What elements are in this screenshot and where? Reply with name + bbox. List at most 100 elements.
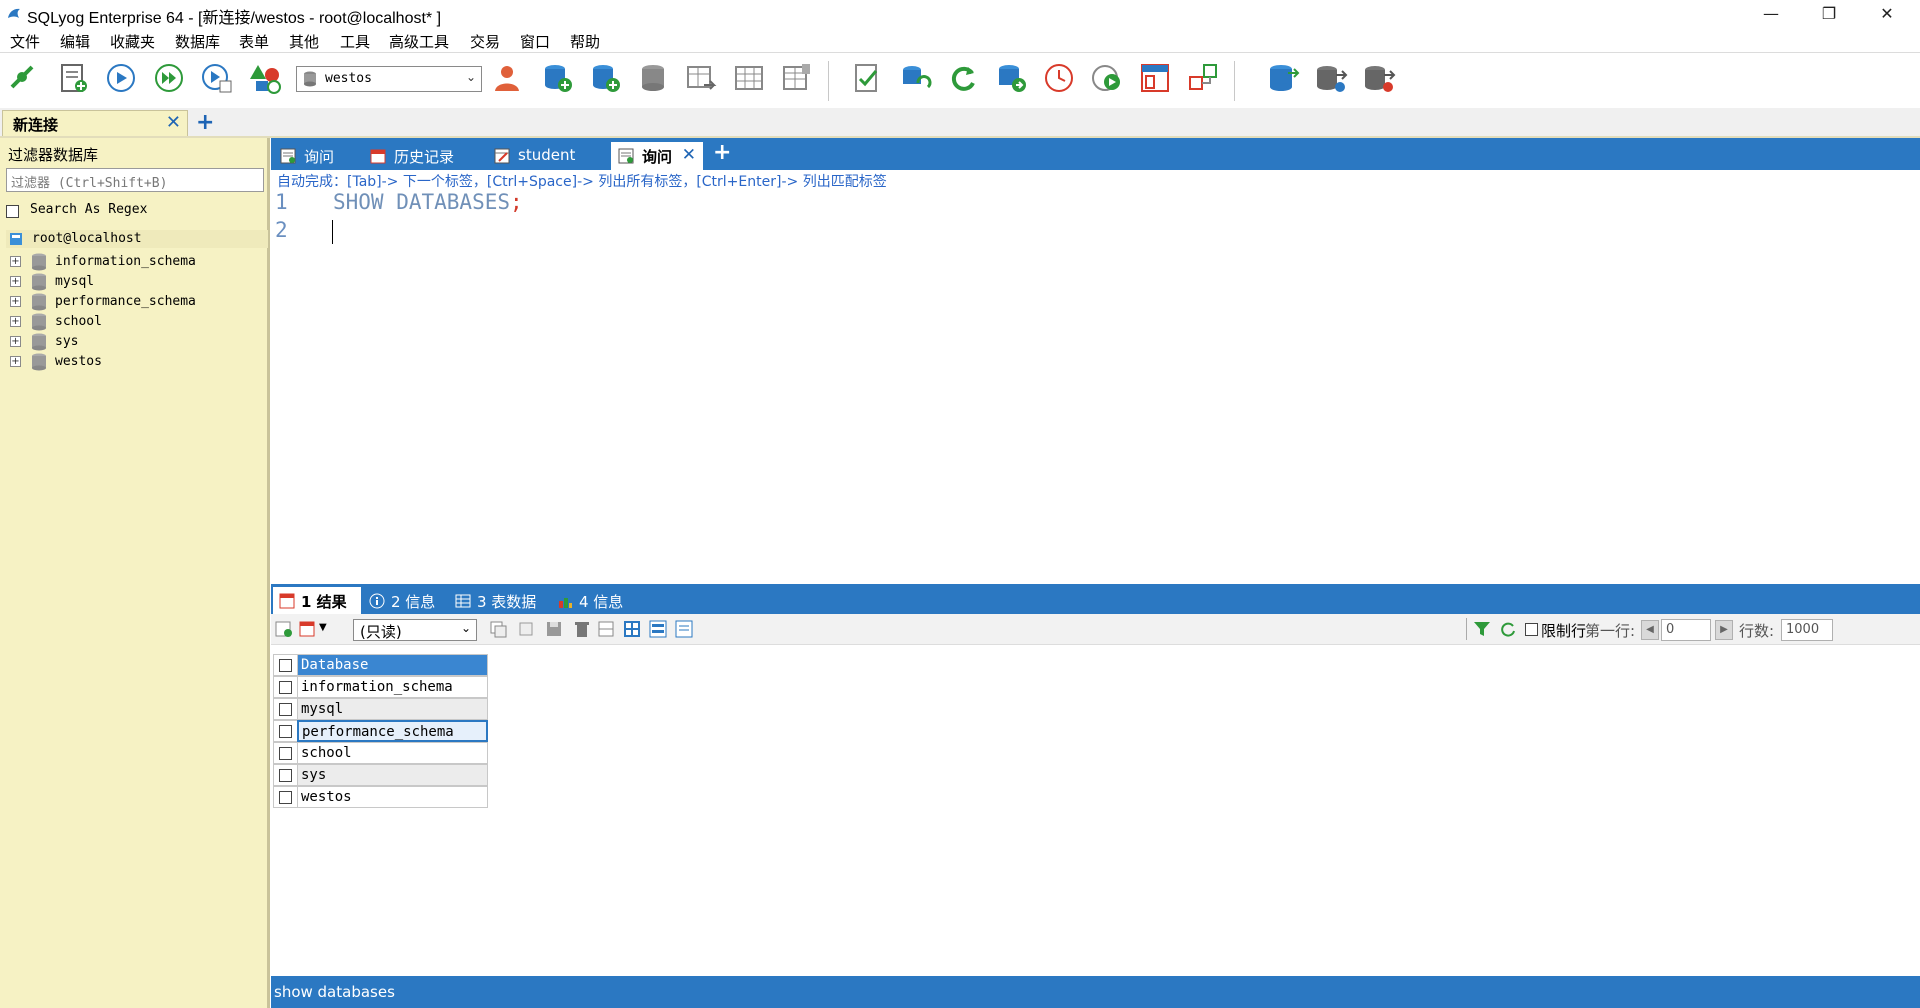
database-import-icon[interactable] (994, 61, 1028, 95)
connection-tab[interactable]: 新连接 ✕ (2, 110, 188, 136)
row-check-cell[interactable] (273, 764, 297, 786)
row-checkbox[interactable] (279, 791, 292, 804)
new-connection-icon[interactable] (6, 61, 40, 95)
execute-query-icon[interactable] (104, 61, 138, 95)
expand-icon[interactable]: + (10, 356, 21, 367)
tree-database-item[interactable]: + westos (10, 352, 260, 372)
result-mode-select[interactable]: (只读) ⌄ (353, 619, 477, 641)
tree-database-item[interactable]: + school (10, 312, 260, 332)
add-tab-icon[interactable]: + (713, 140, 731, 165)
close-icon[interactable]: ✕ (682, 145, 696, 165)
database-select[interactable]: westos ⌄ (296, 66, 482, 92)
chevron-down-icon[interactable]: ▼ (319, 622, 327, 633)
copy-database-icon[interactable] (1266, 61, 1300, 95)
menu-help[interactable]: 帮助 (570, 31, 600, 52)
expand-icon[interactable]: + (10, 296, 21, 307)
table-row[interactable]: westos (273, 786, 488, 808)
tab-info[interactable]: 4 信息 (551, 587, 631, 614)
menu-file[interactable]: 文件 (10, 31, 40, 52)
table-cell[interactable]: mysql (297, 698, 488, 720)
rows-count-input[interactable]: 1000 (1781, 619, 1833, 641)
tab-history[interactable]: 历史记录 (363, 142, 481, 170)
add-row-icon[interactable] (275, 620, 293, 638)
row-check-cell[interactable] (273, 698, 297, 720)
execute-all-icon[interactable] (152, 61, 186, 95)
sql-editor[interactable]: 自动完成：[Tab]-> 下一个标签，[Ctrl+Space]-> 列出所有标签… (271, 170, 1920, 582)
table-cell[interactable]: information_schema (297, 676, 488, 698)
table-cell[interactable]: westos (297, 786, 488, 808)
expand-icon[interactable]: + (10, 256, 21, 267)
row-checkbox[interactable] (279, 747, 292, 760)
row-check-cell[interactable] (273, 676, 297, 698)
tab-results[interactable]: 1 结果 (273, 587, 361, 614)
user-manager-icon[interactable] (490, 61, 524, 95)
sync-database-icon[interactable] (1314, 61, 1348, 95)
prev-page-button[interactable]: ◀ (1641, 620, 1659, 640)
regex-checkbox[interactable] (6, 205, 19, 218)
schedule-clock-icon[interactable] (1042, 61, 1076, 95)
row-checkbox[interactable] (279, 725, 292, 738)
export-icon[interactable] (299, 620, 317, 638)
menu-tools[interactable]: 工具 (340, 31, 370, 52)
execute-edit-icon[interactable] (200, 61, 234, 95)
menu-transaction[interactable]: 交易 (470, 31, 500, 52)
table-row[interactable]: sys (273, 764, 488, 786)
table-row[interactable]: mysql (273, 698, 488, 720)
menu-database[interactable]: 数据库 (175, 31, 220, 52)
create-table-icon[interactable] (588, 61, 622, 95)
filter-input[interactable]: 过滤器 (Ctrl+Shift+B) (6, 168, 264, 192)
grid-view-icon[interactable] (623, 620, 641, 638)
menu-table[interactable]: 表单 (239, 31, 269, 52)
menu-window[interactable]: 窗口 (520, 31, 550, 52)
tree-database-item[interactable]: + sys (10, 332, 260, 352)
shapes-icon[interactable] (248, 61, 282, 95)
form-view-icon[interactable] (649, 620, 667, 638)
reset-filter-icon[interactable] (1499, 620, 1517, 638)
tab-query[interactable]: 询问 (273, 142, 363, 170)
tree-root-connection[interactable]: root@localhost (6, 230, 268, 248)
tree-database-item[interactable]: + performance_schema (10, 292, 260, 312)
expand-icon[interactable]: + (10, 276, 21, 287)
minimize-button[interactable]: — (1742, 0, 1800, 28)
next-page-button[interactable]: ▶ (1715, 620, 1733, 640)
create-database-icon[interactable] (540, 61, 574, 95)
filter-icon[interactable] (1473, 620, 1491, 638)
tab-student[interactable]: student (487, 142, 609, 170)
row-check-cell[interactable] (273, 720, 297, 742)
restore-button[interactable]: ❐ (1800, 0, 1858, 28)
tab-messages[interactable]: 2 信息 (363, 587, 443, 614)
row-checkbox[interactable] (279, 681, 292, 694)
menu-favorites[interactable]: 收藏夹 (110, 31, 155, 52)
row-checkbox[interactable] (279, 703, 292, 716)
refresh-icon[interactable] (946, 61, 980, 95)
table-row[interactable]: information_schema (273, 676, 488, 698)
select-all-cell[interactable] (273, 654, 297, 676)
table-cell[interactable]: sys (297, 764, 488, 786)
save-icon[interactable] (545, 620, 563, 638)
menu-other[interactable]: 其他 (289, 31, 319, 52)
menu-advanced-tools[interactable]: 高级工具 (389, 31, 449, 52)
database-gray-icon[interactable] (636, 61, 670, 95)
column-header-database[interactable]: Database (297, 654, 488, 676)
copy-row-icon[interactable] (489, 620, 507, 638)
query-builder-icon[interactable] (1186, 61, 1220, 95)
tab-table-data[interactable]: 3 表数据 (449, 587, 545, 614)
tree-database-item[interactable]: + mysql (10, 272, 260, 292)
text-view-icon[interactable] (675, 620, 693, 638)
tree-database-item[interactable]: + information_schema (10, 252, 260, 272)
refresh-grid-icon[interactable] (597, 620, 615, 638)
database-sync-icon[interactable] (898, 61, 932, 95)
check-document-icon[interactable] (850, 61, 884, 95)
table-row-selected[interactable]: performance_schema (273, 720, 488, 742)
table-cell[interactable]: performance_schema (297, 720, 488, 742)
backup-database-icon[interactable] (1362, 61, 1396, 95)
first-row-input[interactable]: 0 (1661, 619, 1711, 641)
close-icon[interactable]: ✕ (166, 112, 181, 133)
run-job-icon[interactable] (1090, 61, 1124, 95)
select-all-checkbox[interactable] (279, 659, 292, 672)
new-query-icon[interactable] (56, 61, 90, 95)
schema-designer-icon[interactable] (1138, 61, 1172, 95)
duplicate-icon[interactable] (517, 620, 535, 638)
table-columns-icon[interactable] (780, 61, 814, 95)
close-button[interactable]: ✕ (1858, 0, 1916, 28)
